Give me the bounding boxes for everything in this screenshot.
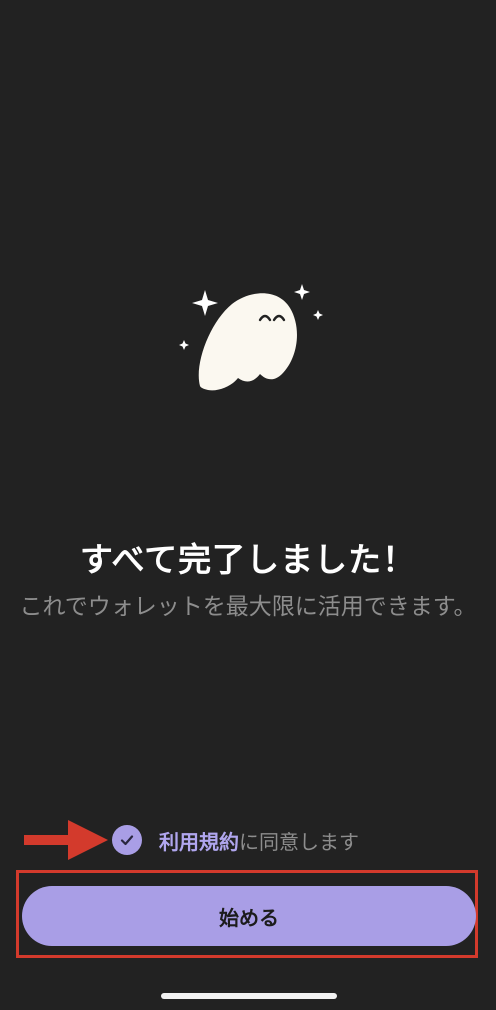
- start-button[interactable]: 始める: [22, 886, 476, 946]
- page-subtitle: これでウォレットを最大限に活用できます。: [19, 594, 477, 620]
- onboarding-complete-screen: すべて完了しました！ これでウォレットを最大限に活用できます。 利用規約に同意し…: [0, 0, 496, 1010]
- red-arrow-icon: [24, 820, 108, 860]
- checkmark-icon: [120, 835, 134, 846]
- terms-of-service-link[interactable]: 利用規約: [159, 830, 239, 854]
- terms-label: 利用規約に同意します: [159, 826, 359, 855]
- terms-suffix: に同意します: [239, 829, 359, 854]
- ghost-with-sparkles-icon: [179, 284, 323, 391]
- home-indicator[interactable]: [161, 993, 337, 999]
- terms-agreement-row: 利用規約に同意します: [112, 822, 359, 858]
- terms-checkbox[interactable]: [112, 825, 142, 855]
- page-title: すべて完了しました！: [79, 540, 417, 579]
